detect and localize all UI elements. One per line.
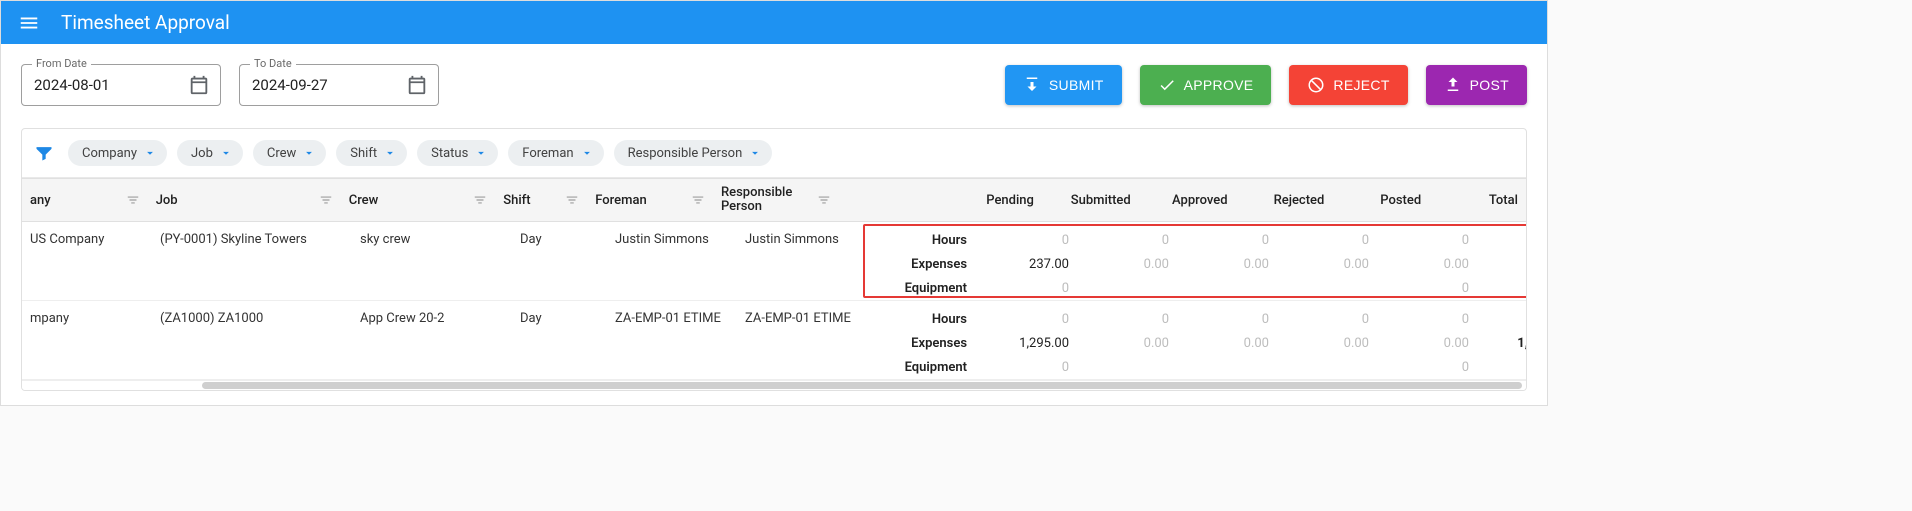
calendar-icon: [188, 74, 210, 96]
reject-button[interactable]: REJECT: [1289, 65, 1407, 105]
cell-crew: sky crew: [352, 222, 512, 296]
col-posted[interactable]: Posted: [1332, 179, 1429, 221]
submit-label: SUBMIT: [1049, 77, 1104, 93]
sort-icon: [319, 193, 333, 207]
horizontal-scrollbar[interactable]: [22, 380, 1526, 390]
cell-shift: Day: [512, 222, 607, 296]
chip-crew[interactable]: Crew: [253, 140, 326, 166]
chevron-down-icon: [302, 146, 316, 160]
filter-icon[interactable]: [30, 139, 58, 167]
menu-button[interactable]: [11, 5, 47, 41]
post-label: POST: [1470, 77, 1509, 93]
upload-icon: [1444, 76, 1462, 94]
col-metric: [839, 179, 945, 221]
chip-responsible[interactable]: Responsible Person: [614, 140, 773, 166]
chevron-down-icon: [143, 146, 157, 160]
download-icon: [1023, 76, 1041, 94]
chip-status[interactable]: Status: [417, 140, 498, 166]
col-foreman[interactable]: Foreman: [587, 179, 713, 221]
to-date-field[interactable]: To Date 2024-09-27: [239, 64, 439, 106]
chip-foreman[interactable]: Foreman: [508, 140, 603, 166]
cell-foreman: Justin Simmons: [607, 222, 737, 296]
col-total[interactable]: Total: [1429, 179, 1526, 221]
table-row[interactable]: US Company (PY-0001) Skyline Towers sky …: [22, 222, 1526, 301]
col-company[interactable]: any: [22, 179, 148, 221]
metric-hours-label: Hours: [867, 233, 977, 248]
cell-shift: Day: [512, 301, 607, 375]
chevron-down-icon: [219, 146, 233, 160]
sort-icon: [473, 193, 487, 207]
submit-button[interactable]: SUBMIT: [1005, 65, 1122, 105]
cell-job: (ZA1000) ZA1000: [152, 301, 352, 375]
cell-responsible: Justin Simmons: [737, 222, 867, 296]
sort-icon: [817, 193, 831, 207]
col-submitted[interactable]: Submitted: [1042, 179, 1139, 221]
col-responsible[interactable]: Responsible Person: [713, 179, 839, 221]
col-shift[interactable]: Shift: [495, 179, 587, 221]
col-approved[interactable]: Approved: [1139, 179, 1236, 221]
cell-foreman: ZA-EMP-01 ETIME: [607, 301, 737, 375]
col-pending[interactable]: Pending: [945, 179, 1042, 221]
post-button[interactable]: POST: [1426, 65, 1527, 105]
chip-shift[interactable]: Shift: [336, 140, 407, 166]
hamburger-icon: [18, 12, 40, 34]
metric-expenses-label: Expenses: [867, 336, 977, 351]
chip-job[interactable]: Job: [177, 140, 243, 166]
page-title: Timesheet Approval: [61, 11, 230, 34]
table-row[interactable]: mpany (ZA1000) ZA1000 App Crew 20-2 Day …: [22, 301, 1526, 380]
approve-button[interactable]: APPROVE: [1140, 65, 1272, 105]
metric-equipment-label: Equipment: [867, 360, 977, 375]
check-icon: [1158, 76, 1176, 94]
cell-crew: App Crew 20-2: [352, 301, 512, 375]
chip-company[interactable]: Company: [68, 140, 167, 166]
filter-chip-row: Company Job Crew Shift Status Foreman Re…: [22, 129, 1526, 178]
cell-job: (PY-0001) Skyline Towers: [152, 222, 352, 296]
to-date-label: To Date: [250, 57, 296, 70]
to-date-value: 2024-09-27: [252, 76, 406, 94]
sort-icon: [565, 193, 579, 207]
approve-label: APPROVE: [1184, 77, 1254, 93]
cancel-icon: [1307, 76, 1325, 94]
col-rejected[interactable]: Rejected: [1236, 179, 1333, 221]
metric-equipment-label: Equipment: [867, 281, 977, 296]
col-crew[interactable]: Crew: [341, 179, 496, 221]
chevron-down-icon: [580, 146, 594, 160]
from-date-field[interactable]: From Date 2024-08-01: [21, 64, 221, 106]
chevron-down-icon: [748, 146, 762, 160]
reject-label: REJECT: [1333, 77, 1389, 93]
col-job[interactable]: Job: [148, 179, 341, 221]
metric-hours-label: Hours: [867, 312, 977, 327]
metric-block: Hours 0 0 0 0 0 0 Expenses 1,295.00 0.00…: [867, 301, 1527, 379]
from-date-label: From Date: [32, 57, 91, 70]
timesheet-grid: Company Job Crew Shift Status Foreman Re…: [21, 128, 1527, 391]
from-date-value: 2024-08-01: [34, 76, 188, 94]
chevron-down-icon: [383, 146, 397, 160]
calendar-icon: [406, 74, 428, 96]
cell-responsible: ZA-EMP-01 ETIME: [737, 301, 867, 375]
metric-expenses-label: Expenses: [867, 257, 977, 272]
cell-company: mpany: [22, 301, 152, 375]
chevron-down-icon: [474, 146, 488, 160]
metric-block-highlighted: Hours 0 0 0 0 0 0 Expenses 237.00 0.00 0…: [867, 222, 1527, 300]
grid-header: any Job Crew Shift Foreman Responsible P…: [22, 178, 1526, 222]
cell-company: US Company: [22, 222, 152, 296]
sort-icon: [691, 193, 705, 207]
sort-icon: [126, 193, 140, 207]
